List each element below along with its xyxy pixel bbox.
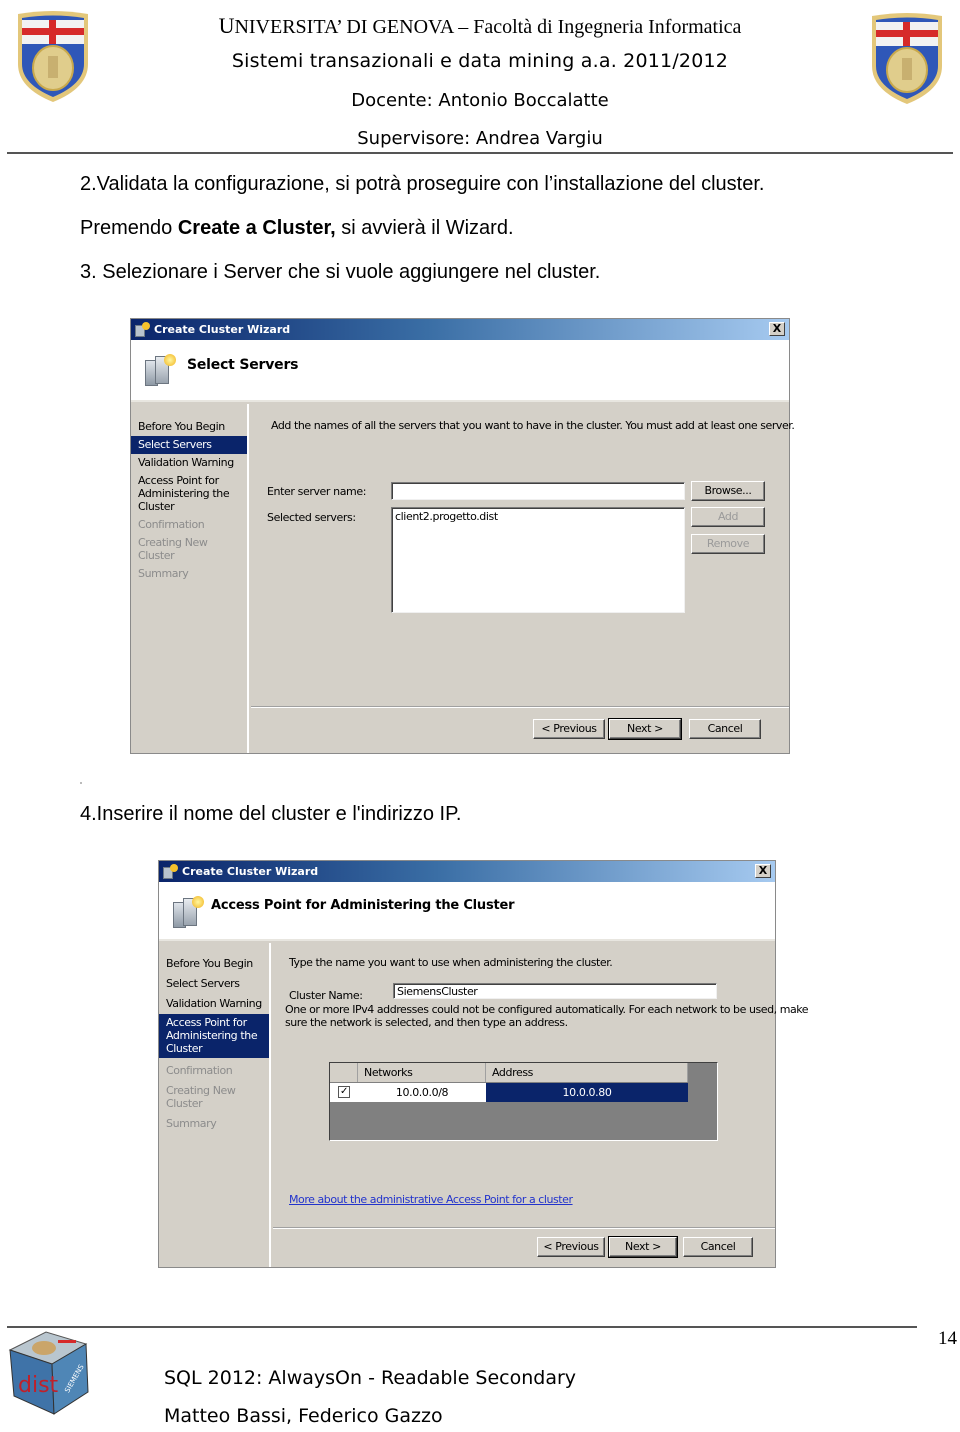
next-button[interactable]: Next > [608,1236,678,1258]
network-checkbox-cell[interactable]: ✓ [330,1083,358,1102]
text: Premendo [80,217,178,239]
window-titlebar[interactable]: Create Cluster Wizard X [131,319,789,340]
close-button[interactable]: X [755,864,771,878]
step-select-servers[interactable]: Select Servers [131,436,247,454]
university-initial: U [218,13,235,38]
university-name: NIVERSITA’ DI GENOVA – Facoltà di Ingegn… [234,16,742,38]
document-title: SQL 2012: AlwaysOn - Readable Secondary [164,1367,577,1389]
step-summary: Summary [166,1117,217,1130]
servers-icon [145,354,177,388]
footer-divider [251,706,789,708]
create-cluster-wizard-access-point: Create Cluster Wizard X Access Point for… [158,860,809,1268]
create-cluster-wizard-select-servers: Create Cluster Wizard X Select Servers B… [130,318,795,754]
cancel-button[interactable]: Cancel [683,1237,753,1257]
bold-command: Create a Cluster, [177,217,336,239]
wizard-banner: Access Point for Administering the Clust… [159,882,775,941]
previous-button[interactable]: < Previous [533,719,605,739]
svg-text:dist: dist [18,1373,59,1398]
add-button[interactable]: Add [691,507,765,527]
text: si avvierà il Wizard. [335,217,514,239]
table-header: Networks Address [330,1063,688,1082]
dist-siemens-cube-logo-icon: dist SIEMENS [8,1331,89,1415]
selected-servers-label: Selected servers: [267,511,356,524]
step-validation-warning[interactable]: Validation Warning [159,995,269,1014]
ipv4-note-line2: sure the network is selected, and then t… [285,1016,568,1029]
instructions: Type the name you want to use when admin… [289,956,613,969]
step-before-you-begin[interactable]: Before You Begin [159,955,269,975]
table-row[interactable]: ✓ 10.0.0.0/8 10.0.0.80 [330,1083,688,1102]
address-cell[interactable]: 10.0.0.80 [486,1083,688,1102]
instructions: Add the names of all the servers that yo… [271,419,795,432]
server-name-input[interactable] [391,482,685,500]
network-cell: 10.0.0.0/8 [358,1083,486,1102]
next-button[interactable]: Next > [608,718,682,740]
ipv4-note-line1: One or more IPv4 addresses could not be … [285,1003,809,1016]
course-heading: Sistemi transazionali e data mining a.a.… [231,50,729,72]
window-titlebar[interactable]: Create Cluster Wizard X [159,861,775,882]
previous-button[interactable]: < Previous [537,1237,605,1257]
close-button[interactable]: X [769,322,785,336]
window-title: Create Cluster Wizard [154,323,291,336]
step-before-you-begin[interactable]: Before You Begin [131,418,247,436]
server-name-label: Enter server name: [267,485,367,498]
stray-mark [80,782,82,784]
supervisore-heading: Supervisore: Andrea Vargiu [357,128,603,149]
page-number: 14 [938,1328,957,1349]
docente-heading: Docente: Antonio Boccalatte [351,90,609,111]
remove-button[interactable]: Remove [691,534,765,554]
paragraph-step2b: Premendo Create a Cluster, si avvierà il… [80,217,514,240]
step-creating-new-cluster: Creating New Cluster [166,1084,236,1110]
step-validation-warning[interactable]: Validation Warning [131,454,247,472]
step-access-point[interactable]: Access Point for Administering the Clust… [159,1014,269,1058]
servers-icon [173,896,205,930]
cluster-wizard-icon [134,321,150,338]
page-title: Select Servers [187,357,299,373]
document-authors: Matteo Bassi, Federico Gazzo [164,1405,443,1427]
page-title: Access Point for Administering the Clust… [211,898,515,913]
cluster-name-label: Cluster Name: [289,989,363,1002]
list-item[interactable]: client2.progetto.dist [395,510,681,523]
selected-servers-list[interactable]: client2.progetto.dist [391,507,685,613]
step-confirmation: Confirmation [166,1064,233,1077]
wizard-content: Type the name you want to use when admin… [273,943,809,1267]
cancel-button[interactable]: Cancel [689,719,761,739]
wizard-steps-sidebar: Before You Begin Select Servers Validati… [131,404,249,753]
footer-divider [7,1326,917,1328]
step-select-servers[interactable]: Select Servers [159,975,269,995]
cluster-wizard-icon [162,863,178,880]
column-header-networks[interactable]: Networks [358,1063,486,1082]
column-header-address[interactable]: Address [486,1063,688,1082]
university-heading: UNIVERSITA’ DI GENOVA – Facoltà di Ingeg… [0,13,960,39]
more-about-access-point-link[interactable]: More about the administrative Access Poi… [289,1193,573,1206]
networks-table: Networks Address ✓ 10.0.0.0/8 10.0.0.80 [329,1062,718,1141]
wizard-content: Add the names of all the servers that yo… [251,404,795,753]
header-divider [7,152,953,154]
browse-button[interactable]: Browse... [691,481,765,501]
column-header-check[interactable] [330,1063,358,1082]
network-checkbox[interactable]: ✓ [338,1086,350,1098]
step-confirmation: Confirmation [138,518,205,531]
wizard-banner: Select Servers [131,340,789,402]
wizard-steps-sidebar: Before You Begin Select Servers Validati… [159,943,271,1267]
step-access-point[interactable]: Access Point for Administering the Clust… [131,472,247,516]
paragraph-step2: 2.Validata la configurazione, si potrà p… [80,173,765,195]
step-creating-new-cluster: Creating New Cluster [138,536,208,562]
step-summary: Summary [138,567,189,580]
footer-divider [273,1227,775,1229]
paragraph-step3: 3. Selezionare i Server che si vuole agg… [80,261,601,283]
window-title: Create Cluster Wizard [182,865,319,878]
cluster-name-input[interactable] [393,983,717,999]
paragraph-step4: 4.Inserire il nome del cluster e l'indir… [80,803,462,825]
